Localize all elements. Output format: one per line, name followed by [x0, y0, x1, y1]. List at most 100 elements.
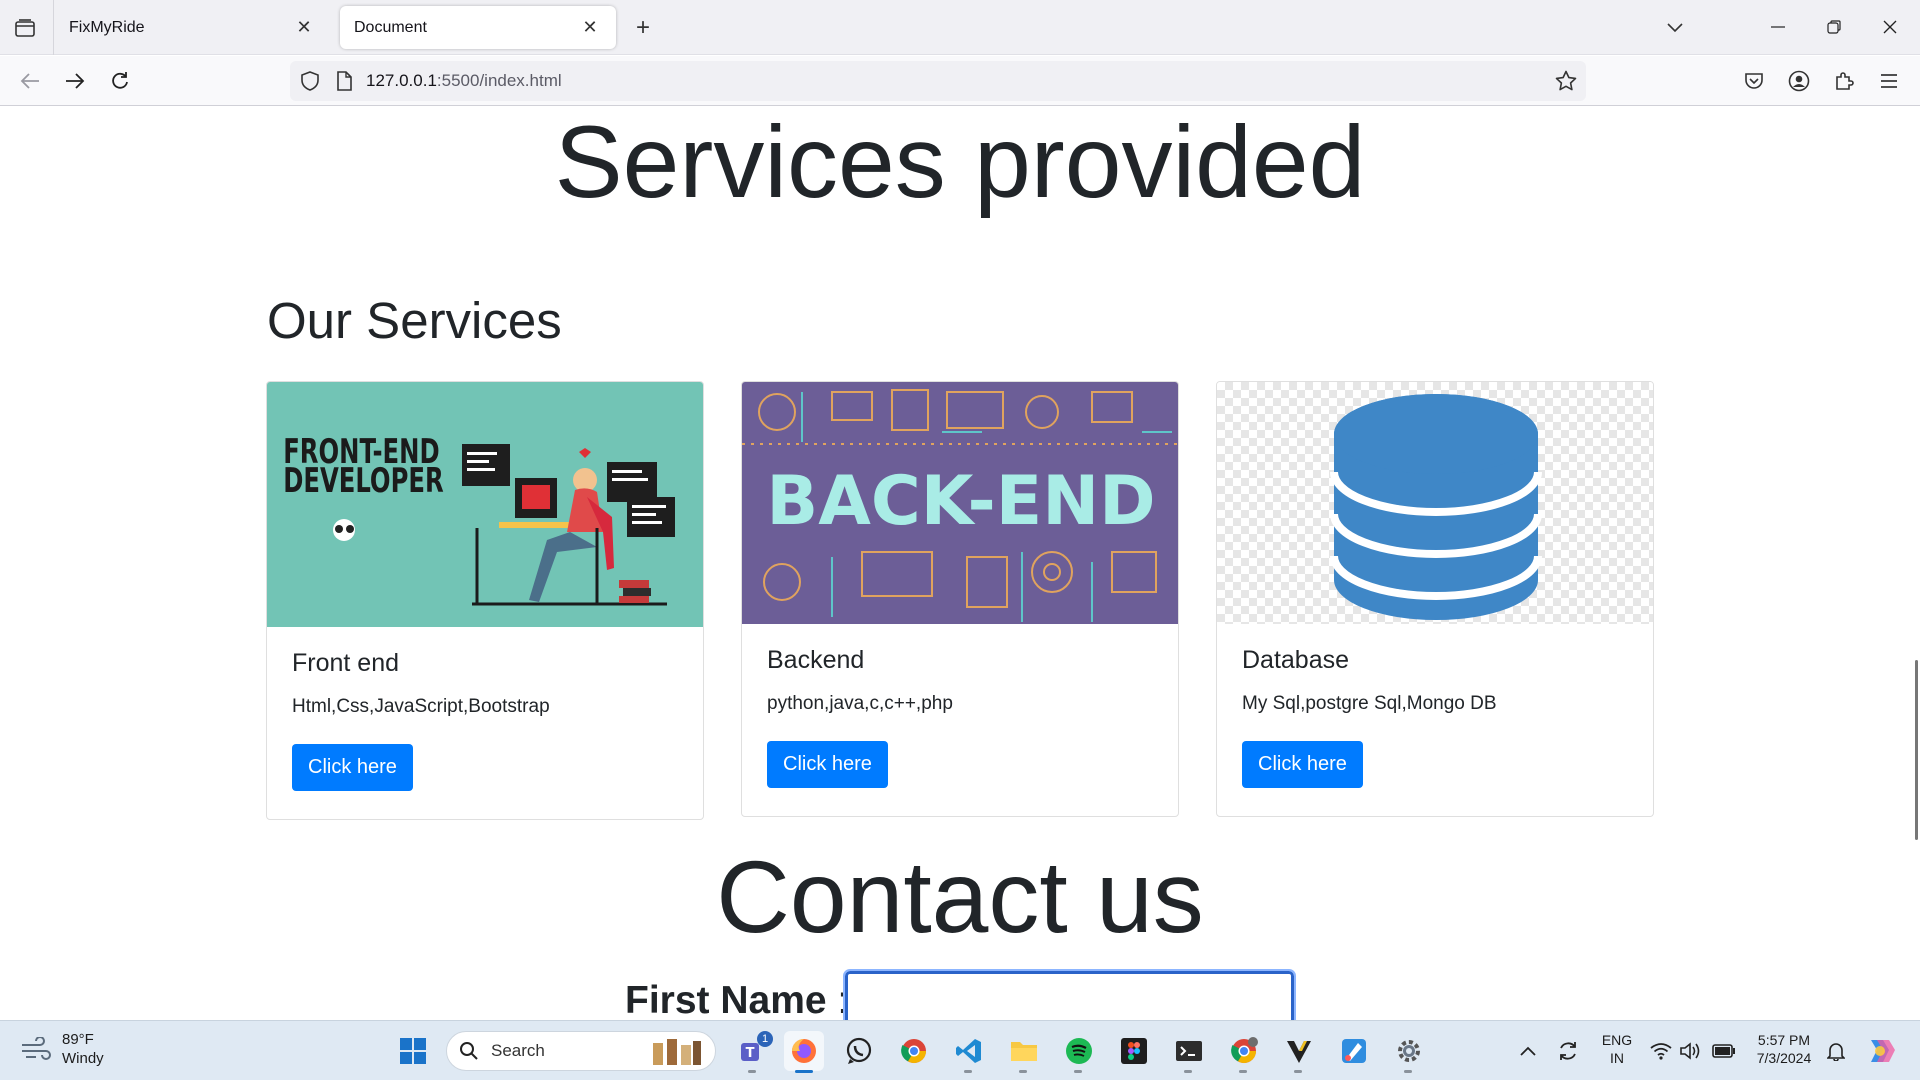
running-indicator	[964, 1070, 972, 1073]
running-indicator	[1019, 1070, 1027, 1073]
card-title: Database	[1242, 646, 1350, 674]
back-arrow-icon[interactable]	[14, 65, 46, 97]
running-indicator	[1239, 1070, 1247, 1073]
chrome-icon[interactable]	[894, 1031, 934, 1071]
service-card-frontend: FRONT-END DEVELOPER Front end Html,Css,J…	[266, 381, 704, 820]
notification-bell-icon[interactable]	[1820, 1031, 1852, 1071]
file-explorer-icon[interactable]	[1004, 1031, 1044, 1073]
page-icon[interactable]	[332, 69, 356, 93]
running-indicator	[1294, 1070, 1302, 1073]
active-indicator	[795, 1070, 813, 1073]
chevron-up-icon[interactable]	[1508, 1031, 1548, 1071]
vscode-icon[interactable]	[949, 1031, 989, 1073]
tab-fixmyride[interactable]: FixMyRide ✕	[55, 6, 330, 49]
card-body: Database My Sql,postgre Sql,Mongo DB Cli…	[1217, 624, 1653, 812]
restore-button[interactable]	[1812, 8, 1856, 46]
weather-temp: 89°F	[62, 1031, 94, 1048]
windows-taskbar: 89°F Windy Search T 1 ENG IN 5:57 PM 7/3…	[0, 1020, 1920, 1080]
settings-icon[interactable]	[1389, 1031, 1429, 1073]
card-text: My Sql,postgre Sql,Mongo DB	[1242, 693, 1497, 714]
reload-icon[interactable]	[104, 65, 136, 97]
whatsapp-icon[interactable]	[839, 1031, 879, 1071]
database-image	[1217, 382, 1653, 624]
contact-heading: Contact us	[716, 840, 1204, 954]
backend-image: BACK-END	[742, 382, 1178, 624]
card-title: Backend	[767, 646, 865, 674]
sync-icon[interactable]	[1548, 1031, 1588, 1071]
tab-list-icon[interactable]	[8, 13, 42, 43]
close-icon[interactable]: ✕	[292, 16, 316, 40]
battery-icon[interactable]	[1706, 1031, 1742, 1071]
card-body: Backend python,java,c,c++,php Click here	[742, 624, 1178, 812]
search-placeholder: Search	[491, 1041, 545, 1060]
extensions-icon[interactable]	[1828, 65, 1860, 97]
database-icon	[1330, 394, 1542, 620]
running-indicator	[1184, 1070, 1192, 1073]
chevron-down-icon[interactable]	[1660, 14, 1690, 42]
tab-document[interactable]: Document ✕	[340, 6, 616, 49]
weather-text: 89°F Windy	[62, 1030, 104, 1068]
language-code: ENG	[1601, 1032, 1633, 1048]
running-indicator	[1404, 1070, 1412, 1073]
clock-date: 7/3/2024	[1756, 1050, 1812, 1066]
wifi-icon[interactable]	[1645, 1031, 1677, 1071]
new-tab-button[interactable]: +	[628, 14, 658, 42]
tab-separator	[53, 0, 54, 55]
url-bar[interactable]: 127.0.0.1:5500/index.html	[290, 61, 1586, 101]
language-region: IN	[1610, 1050, 1624, 1066]
search-icon	[460, 1042, 478, 1060]
forward-arrow-icon[interactable]	[59, 65, 91, 97]
account-icon[interactable]	[1783, 65, 1815, 97]
url-text: 127.0.0.1:5500/index.html	[366, 71, 562, 91]
url-path: :5500/index.html	[436, 71, 562, 90]
windows-start-icon[interactable]	[393, 1031, 433, 1071]
chrome-profile-icon[interactable]	[1224, 1031, 1264, 1073]
teams-icon[interactable]: T 1	[733, 1031, 773, 1073]
running-indicator	[748, 1070, 756, 1073]
page-content: Services provided Our Services FRONT-END…	[0, 107, 1920, 1020]
clock[interactable]: 5:57 PM 7/3/2024	[1748, 1031, 1820, 1067]
card-text: python,java,c,c++,php	[767, 693, 953, 714]
first-name-input[interactable]	[843, 969, 1296, 1020]
close-window-button[interactable]	[1868, 8, 1912, 46]
tab-title: FixMyRide	[69, 18, 145, 36]
first-name-label-text: First Name	[625, 979, 827, 1020]
firefox-icon[interactable]	[784, 1031, 824, 1073]
paint-icon[interactable]	[1334, 1031, 1374, 1071]
navigation-toolbar: 127.0.0.1:5500/index.html	[0, 56, 1920, 106]
service-card-database: Database My Sql,postgre Sql,Mongo DB Cli…	[1216, 381, 1654, 817]
page-scrollbar[interactable]	[1915, 660, 1918, 840]
frontend-image-text-2: DEVELOPER	[283, 461, 444, 500]
figma-icon[interactable]	[1114, 1031, 1154, 1071]
bookmark-star-icon[interactable]	[1554, 69, 1578, 93]
backend-image-text: BACK-END	[766, 462, 1155, 541]
language-indicator[interactable]: ENG IN	[1597, 1031, 1637, 1067]
backend-click-button[interactable]: Click here	[767, 741, 888, 788]
taskbar-search[interactable]: Search	[446, 1031, 716, 1071]
weather-desc: Windy	[62, 1050, 104, 1067]
vivaldi-icon[interactable]	[1279, 1031, 1319, 1073]
services-heading: Services provided	[554, 107, 1366, 219]
our-services-heading: Our Services	[267, 292, 562, 349]
minimize-button[interactable]	[1756, 8, 1800, 46]
shield-icon[interactable]	[298, 69, 322, 93]
spotify-icon[interactable]	[1059, 1031, 1099, 1073]
volume-icon[interactable]	[1675, 1031, 1707, 1071]
database-click-button[interactable]: Click here	[1242, 741, 1363, 788]
card-body: Front end Html,Css,JavaScript,Bootstrap …	[267, 627, 703, 815]
copilot-icon[interactable]	[1860, 1031, 1900, 1071]
frontend-click-button[interactable]: Click here	[292, 744, 413, 791]
teams-badge: 1	[757, 1031, 773, 1047]
terminal-icon[interactable]	[1169, 1031, 1209, 1073]
search-highlight-icon	[653, 1039, 701, 1065]
running-indicator	[1074, 1070, 1082, 1073]
close-icon[interactable]: ✕	[578, 16, 602, 40]
wind-icon	[22, 1037, 51, 1060]
weather-widget[interactable]: 89°F Windy	[20, 1030, 104, 1068]
card-title: Front end	[292, 649, 400, 677]
menu-icon[interactable]	[1873, 65, 1905, 97]
pocket-icon[interactable]	[1738, 65, 1770, 97]
svg-text:T: T	[746, 1046, 755, 1061]
tab-title: Document	[354, 18, 427, 36]
service-card-backend: BACK-END Backend python,java,c,c++,php C…	[741, 381, 1179, 817]
